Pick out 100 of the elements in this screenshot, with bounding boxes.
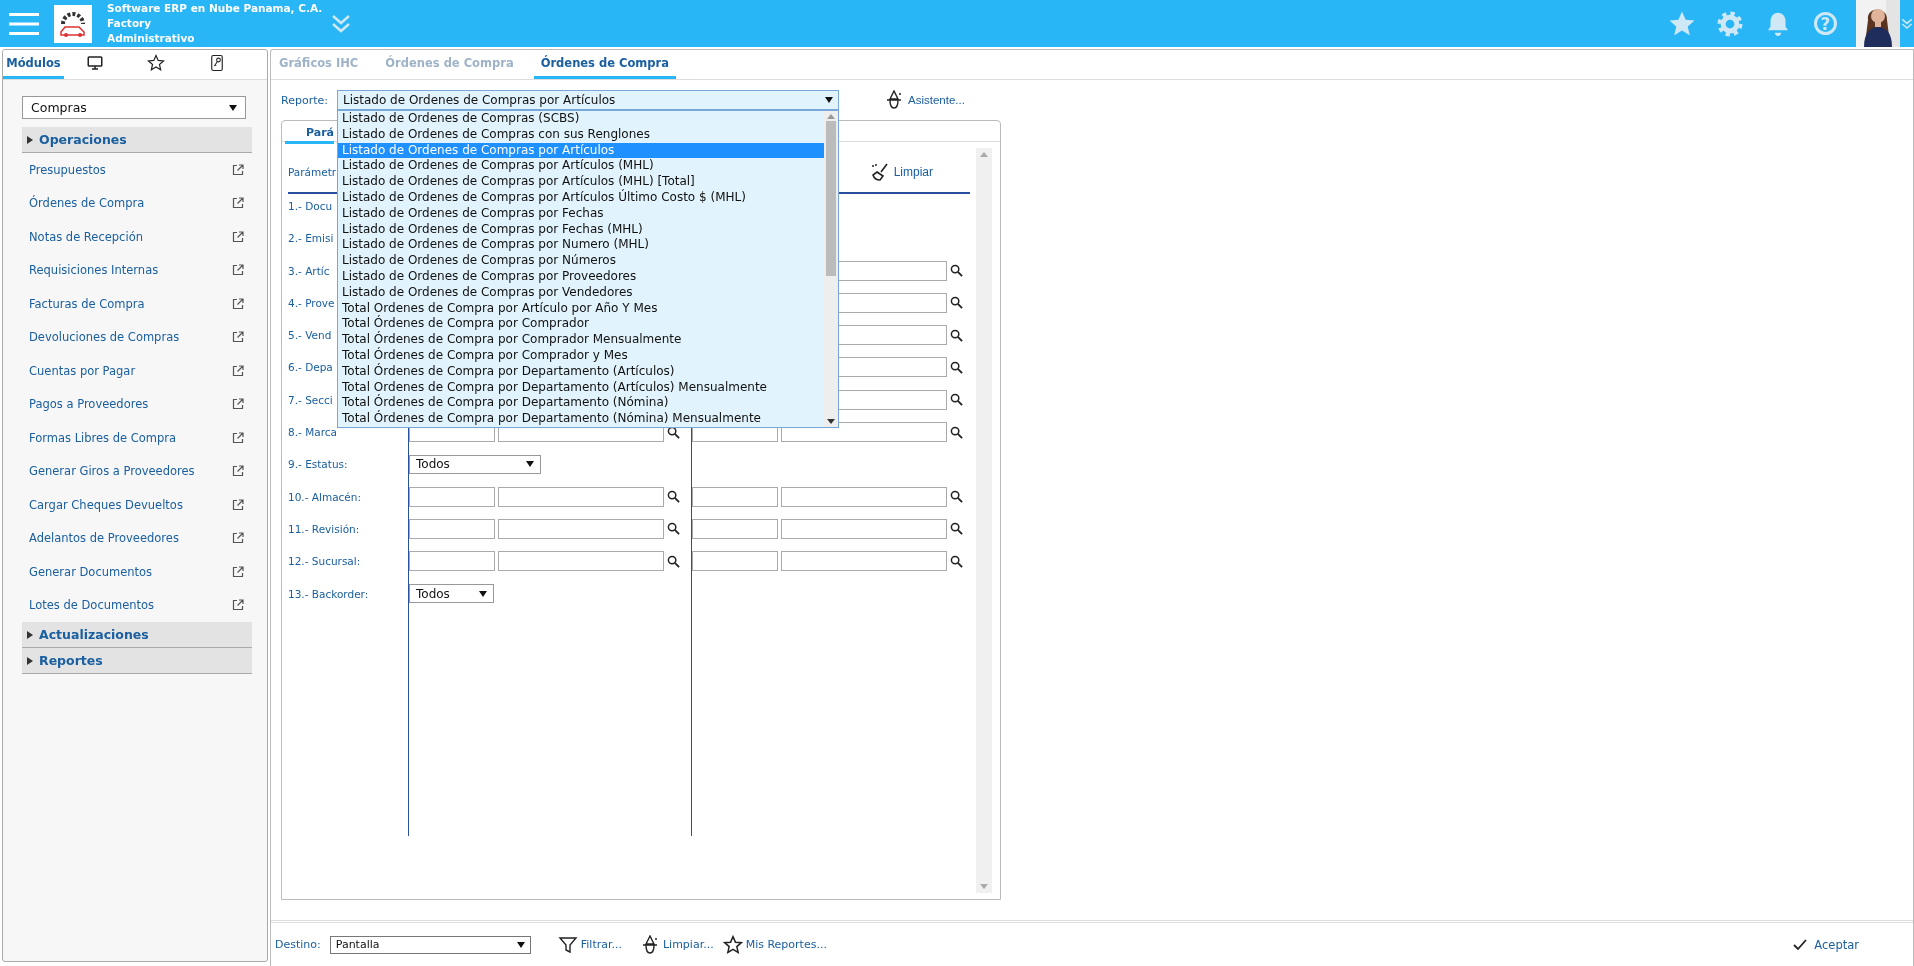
menu-item[interactable]: Facturas de Compra (22, 287, 252, 321)
search-icon[interactable] (667, 490, 680, 504)
input-field[interactable] (692, 486, 778, 507)
section-header[interactable]: Reportes (22, 648, 252, 674)
select-field[interactable]: Todos (409, 454, 541, 474)
module-select[interactable]: Compras (22, 96, 246, 119)
dropdown-option[interactable]: Listado de Ordenes de Compras por Vendedores (338, 284, 824, 301)
search-icon[interactable] (950, 425, 963, 439)
external-link-icon[interactable] (232, 431, 244, 444)
scroll-down-icon[interactable] (827, 419, 835, 424)
search-icon[interactable] (950, 328, 963, 342)
dropdown-option[interactable]: Listado de Ordenes de Compras por Fechas (338, 205, 824, 222)
search-icon[interactable] (950, 361, 963, 374)
dropdown-option[interactable]: Total Órdenes de Compra por Departamento (Artículos) (338, 363, 824, 380)
menu-item[interactable]: Generar Giros a Proveedores (22, 454, 252, 488)
menu-item[interactable]: Notas de Recepción (22, 220, 252, 254)
search-icon[interactable] (667, 554, 680, 568)
input-field[interactable] (498, 486, 664, 507)
external-link-icon[interactable] (232, 163, 244, 176)
tab[interactable]: Órdenes de Compra (533, 50, 676, 79)
caret-icon (27, 630, 33, 639)
field-label: 9.- Estatus: (288, 457, 348, 473)
external-link-icon[interactable] (232, 230, 244, 243)
monitor-icon (85, 54, 104, 72)
menu-item[interactable]: Generar Documentos (22, 555, 252, 589)
search-icon[interactable] (950, 554, 963, 568)
dropdown-option[interactable]: Listado de Ordenes de Compras por Artículos (MHL) (338, 158, 824, 175)
search-icon[interactable] (667, 425, 680, 439)
menu-item[interactable]: Pagos a Proveedores (22, 387, 252, 421)
filter-button[interactable]: Filtrar... (557, 934, 622, 955)
my-reports-button[interactable]: Mis Reportes... (722, 934, 827, 955)
company-name: Software ERP en Nube Panama, C.A. (107, 1, 324, 16)
search-icon[interactable] (950, 296, 963, 310)
caret-icon (27, 135, 33, 144)
input-field[interactable] (781, 518, 947, 539)
search-icon[interactable] (950, 490, 963, 504)
input-field[interactable] (781, 486, 947, 507)
search-icon[interactable] (950, 522, 963, 536)
external-link-icon[interactable] (232, 364, 244, 377)
dropdown-option[interactable]: Listado de Ordenes de Compras por Artículos (MHL) [Total] (338, 174, 824, 190)
clear-button[interactable]: Limpiar (869, 162, 933, 182)
dropdown-option[interactable]: Total Órdenes de Compra por Comprador y Mes (338, 347, 824, 364)
external-link-icon[interactable] (232, 498, 244, 511)
scrollbar[interactable] (824, 111, 838, 427)
field-label: 1.- Docu (288, 199, 333, 214)
search-icon[interactable] (950, 393, 963, 407)
clear-button[interactable]: Limpiar... (639, 934, 714, 955)
external-link-icon[interactable] (232, 297, 244, 310)
assistant-button[interactable]: Asistente... (884, 90, 965, 110)
dropdown-option[interactable]: Listado de Ordenes de Compras por Proveedores (338, 268, 824, 285)
dropdown-option[interactable]: Listado de Ordenes de Compras por Numero (MHL) (338, 237, 824, 254)
field-label: Reporte: (281, 93, 329, 107)
input-field[interactable] (781, 551, 947, 572)
field-label: 8.- Marca (288, 425, 337, 441)
external-link-icon[interactable] (232, 599, 244, 612)
star-icon (722, 934, 743, 955)
input-field[interactable] (409, 518, 495, 539)
menu-item[interactable]: Presupuestos (22, 153, 252, 187)
external-link-icon[interactable] (232, 465, 244, 478)
dropdown-option[interactable]: Listado de Ordenes de Compras (SCBS) (338, 111, 824, 127)
input-field[interactable] (692, 518, 778, 539)
destination-select[interactable]: Pantalla (329, 935, 531, 954)
dropdown-option[interactable]: Listado de Ordenes de Compras por Fechas (MHL) (338, 221, 824, 238)
menu-item[interactable]: Formas Libres de Compra (22, 421, 252, 455)
input-field[interactable] (409, 486, 495, 507)
dropdown-option[interactable]: Listado de Ordenes de Compras con sus Renglones (338, 126, 824, 143)
accept-button[interactable]: Aceptar (1792, 936, 1859, 953)
dropdown-option[interactable]: Listado de Ordenes de Compras por Artículos Último Costo $ (MHL) (338, 190, 824, 206)
field-label: 6.- Depa (288, 360, 333, 376)
input-field[interactable] (498, 518, 664, 539)
menu-item[interactable]: Requisiciones Internas (22, 253, 252, 287)
select-field[interactable]: Todos (409, 584, 494, 604)
input-field[interactable] (692, 551, 778, 572)
tab[interactable]: Pará (285, 124, 335, 144)
section-title: Parámetr (288, 166, 337, 178)
search-icon[interactable] (950, 264, 963, 278)
input-field[interactable] (498, 551, 664, 572)
input-field[interactable] (781, 422, 947, 443)
external-link-icon[interactable] (232, 331, 244, 344)
section-header[interactable]: Operaciones (22, 127, 252, 153)
menu-item[interactable]: Devoluciones de Compras (22, 320, 252, 354)
external-link-icon[interactable] (232, 565, 244, 578)
search-icon[interactable] (667, 522, 680, 536)
external-link-icon[interactable] (232, 532, 244, 545)
section-header[interactable]: Actualizaciones (22, 622, 252, 648)
dropdown-option[interactable]: Total Órdenes de Compra por Comprador Mensualmente (338, 332, 824, 348)
menu-item[interactable]: Órdenes de Compra (22, 186, 252, 220)
menu-item[interactable]: Cargar Cheques Devueltos (22, 488, 252, 522)
dropdown-option[interactable]: Listado de Ordenes de Compras por Números (338, 253, 824, 269)
external-link-icon[interactable] (232, 398, 244, 411)
wizard-icon (884, 90, 904, 110)
report-select[interactable]: Listado de Ordenes de Compras por Artículos (337, 90, 839, 110)
menu-item[interactable]: Cuentas por Pagar (22, 354, 252, 388)
menu-item[interactable]: Adelantos de Proveedores (22, 521, 252, 555)
external-link-icon[interactable] (232, 197, 244, 210)
external-link-icon[interactable] (232, 264, 244, 277)
menu-item[interactable]: Lotes de Documentos (22, 588, 252, 622)
dropdown-option[interactable]: Total Órdenes de Compra por Departamento (Nómina) Mensualmente (338, 411, 824, 427)
logo-icon[interactable] (54, 4, 92, 43)
input-field[interactable] (409, 551, 495, 572)
